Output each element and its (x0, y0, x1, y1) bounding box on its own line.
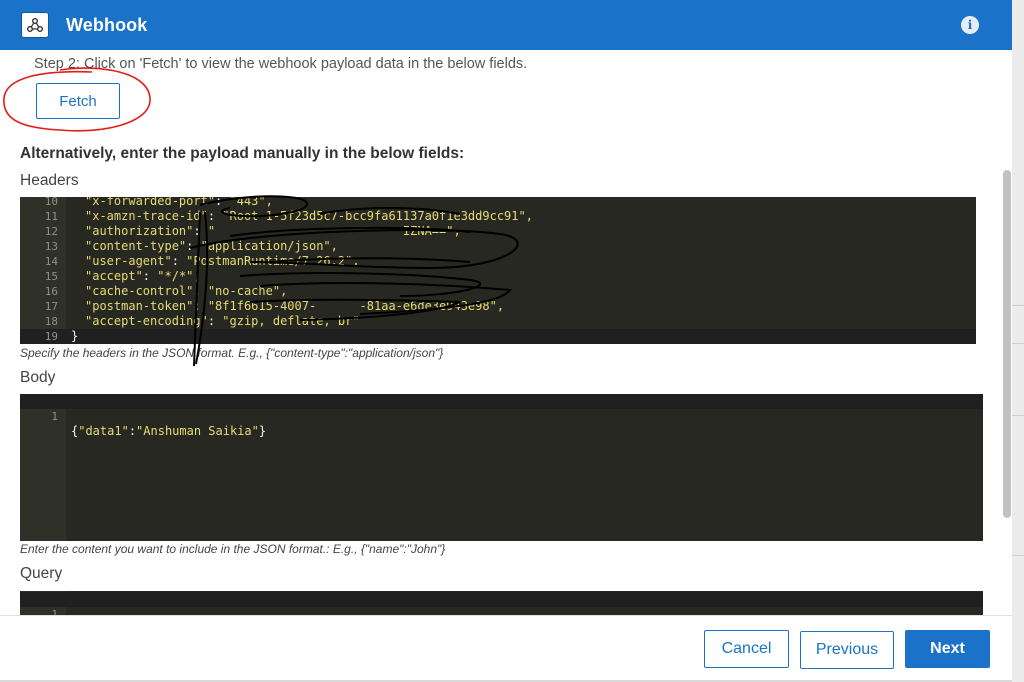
header-value: " IZNA==", (207, 224, 461, 238)
code-line: 15 "accept": "*/*", (20, 269, 976, 284)
header-key: "x-amzn-trace-id" (85, 209, 208, 223)
line-number: 15 (44, 270, 58, 283)
code-line: 17 "postman-token": "8f1f6615-4007- -81aa… (20, 299, 976, 314)
header-key: "postman-token" (85, 299, 194, 313)
headers-label: Headers (20, 172, 79, 189)
line-number: 17 (44, 300, 58, 313)
header-separator: : (193, 284, 208, 298)
query-label: Query (20, 565, 63, 582)
code-line: 18 "accept-encoding": "gzip, deflate, br" (20, 314, 976, 329)
query-editor[interactable]: 1 {} (20, 591, 983, 615)
line-number: 12 (44, 225, 58, 238)
header-value: "application/json", (200, 239, 338, 253)
header-key: "user-agent" (85, 254, 172, 268)
header-value: "*/*", (157, 269, 201, 283)
dialog-header: Webhook i (0, 0, 1012, 50)
code-line: 12 "authorization": " IZNA==", (20, 224, 976, 239)
header-separator: : (171, 254, 187, 268)
header-key: "accept" (85, 269, 143, 283)
header-key: "accept-encoding" (85, 314, 208, 328)
body-editor[interactable]: 1 {"data1":"Anshuman Saikia"} (20, 394, 983, 541)
header-value: "no-cache", (207, 284, 288, 298)
manual-entry-heading: Alternatively, enter the payload manuall… (20, 145, 465, 162)
headers-editor[interactable]: 10 "x-forwarded-port": "443", 11 "x-amzn-tr… (20, 197, 976, 344)
header-separator: : (142, 269, 158, 283)
line-number: 13 (44, 240, 58, 253)
header-separator: : (207, 209, 223, 223)
header-separator: : (215, 197, 230, 208)
header-key: "cache-control" (85, 284, 194, 298)
dialog-title: Webhook (66, 15, 148, 35)
dialog-footer: Cancel Previous Next (0, 615, 1012, 680)
fetch-button[interactable]: Fetch (36, 83, 120, 119)
body-close-brace: } (258, 424, 267, 438)
line-number: 1 (51, 410, 58, 423)
code-line: 10 "x-forwarded-port": "443", (20, 197, 976, 209)
webhook-dialog: Webhook i Step 2: Click on 'Fetch' to vi… (0, 0, 1012, 680)
previous-button[interactable]: Previous (800, 631, 894, 669)
info-icon[interactable]: i (961, 16, 979, 34)
header-separator: : (207, 314, 223, 328)
header-value: "8f1f6615-4007- -81aa-e6de3e943e98", (207, 299, 505, 313)
background-panel (1012, 0, 1024, 682)
code-line: 19} (20, 329, 976, 344)
body-hint: Enter the content you want to include in… (20, 542, 446, 556)
dialog-scrollbar[interactable] (1003, 170, 1011, 518)
header-key: "authorization" (85, 224, 194, 238)
header-key: "content-type" (85, 239, 187, 253)
line-number: 16 (44, 285, 58, 298)
header-key: } (71, 329, 79, 343)
line-number: 11 (44, 210, 58, 223)
code-line: 11 "x-amzn-trace-id": "Root-1-5f23d5c7-bc… (20, 209, 976, 224)
headers-hint: Specify the headers in the JSON format. … (20, 346, 444, 360)
code-line: 13 "content-type": "application/json", (20, 239, 976, 254)
body-key: "data1" (78, 424, 129, 438)
body-label: Body (20, 369, 56, 386)
dialog-content: Step 2: Click on 'Fetch' to view the web… (0, 50, 1002, 615)
cancel-button[interactable]: Cancel (704, 630, 789, 668)
webhook-icon (21, 12, 49, 38)
line-number: 1 (51, 608, 58, 615)
header-key: "x-forwarded-port" (85, 197, 216, 208)
code-line: 16 "cache-control": "no-cache", (20, 284, 976, 299)
header-separator: : (186, 239, 201, 253)
line-number: 14 (44, 255, 58, 268)
header-separator: : (193, 299, 208, 313)
body-colon: : (128, 424, 137, 438)
line-number: 18 (44, 315, 58, 328)
header-value: "443", (229, 197, 273, 208)
body-value: "Anshuman Saikia" (136, 424, 259, 438)
line-number: 19 (44, 330, 58, 343)
header-value: "Root-1-5f23d5c7-bcc9fa61137a0f1e3dd9cc9… (222, 209, 533, 223)
next-button[interactable]: Next (905, 630, 990, 668)
header-separator: : (193, 224, 208, 238)
header-value: "gzip, deflate, br" (222, 314, 360, 328)
code-line: 14 "user-agent": "PostmanRuntime/7.26.2", (20, 254, 976, 269)
header-value: "PostmanRuntime/7.26.2", (186, 254, 360, 268)
line-number: 10 (44, 197, 58, 208)
